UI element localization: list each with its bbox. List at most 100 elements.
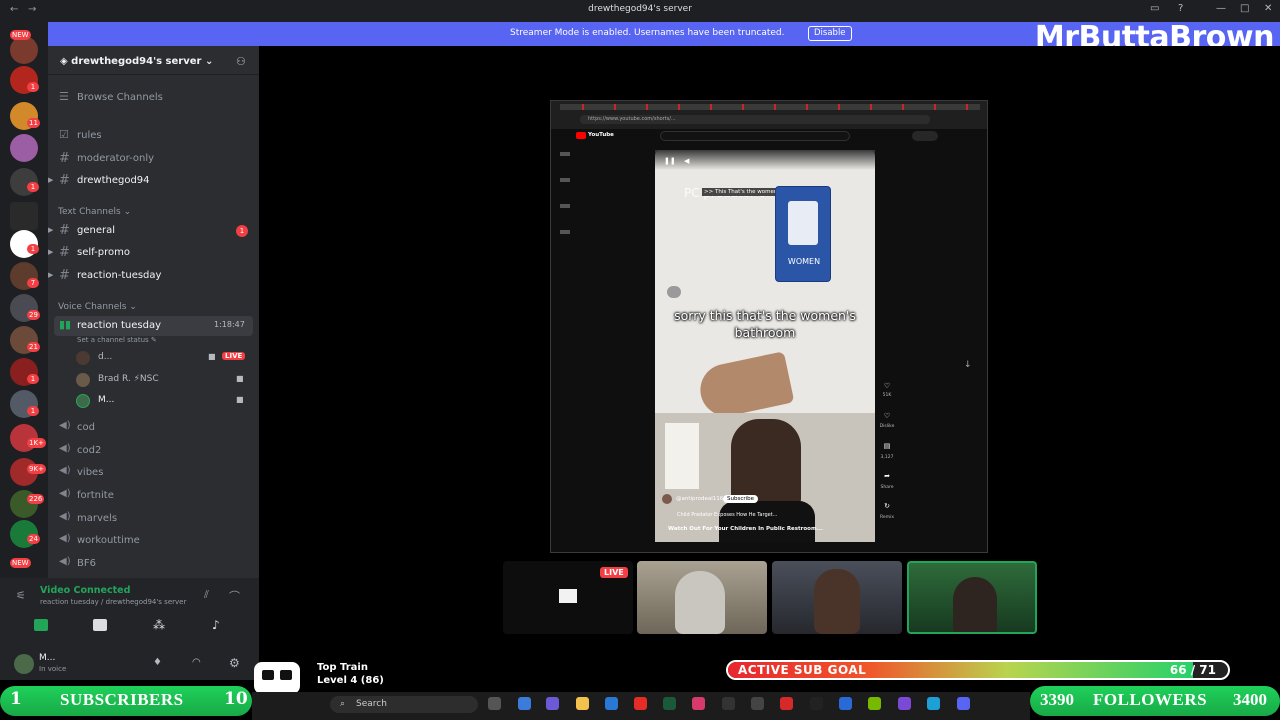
voice-channel-cod[interactable]: ◀) cod [48,418,259,438]
share-icon[interactable]: ➦ [877,472,897,480]
speaker-icon: ◀) [59,443,71,454]
maximize-icon[interactable]: □ [1240,3,1249,14]
text-channels-category[interactable]: Text Channels ⌄ [58,207,131,217]
disable-button[interactable]: Disable [808,26,852,41]
obs-icon[interactable] [722,697,735,710]
voice-user[interactable]: d... ■ LIVE [76,349,256,367]
noise-suppression-icon[interactable]: ⫽ [204,588,209,602]
voice-connection-panel: ⚟ Video Connected reaction tuesday / dre… [0,578,259,650]
app-icon[interactable] [839,697,852,710]
channel-general[interactable]: ▶ # general 1 [48,221,259,241]
webcam-tile-self[interactable] [907,561,1037,634]
settings-gear-icon[interactable]: ⚙ [229,656,240,670]
help-icon[interactable]: ? [1178,3,1183,14]
webcam-tile-participant[interactable] [772,561,902,634]
tiktok-icon[interactable] [692,697,705,710]
file-explorer-icon[interactable] [576,697,589,710]
nvidia-icon[interactable] [868,697,881,710]
search-icon: ⌕ [340,699,346,709]
voice-channel-reaction-tuesday[interactable]: ▮▮ reaction tuesday 1:18:47 [54,316,253,336]
volume-icon[interactable]: ◀ [684,157,689,165]
store-icon[interactable] [605,697,618,710]
voice-channel-bf6[interactable]: ◀) BF6 [48,554,259,574]
voice-channel-vibes[interactable]: ◀) vibes [48,463,259,483]
activities-icon[interactable]: ⁂ [153,618,165,632]
edge-icon[interactable] [927,697,940,710]
channel-status[interactable]: Set a channel status ✎ [77,336,157,344]
channel-handle[interactable]: @antiprodeal116 [676,496,723,502]
kick-server-icon[interactable] [10,202,38,230]
like-count: 51K [882,393,892,398]
channel-status-label: Set a channel status [77,336,149,344]
train-icon [254,662,300,694]
capcut-icon[interactable] [810,697,823,710]
microphone-icon[interactable]: ♦ [153,657,162,668]
channel-avatar[interactable] [662,494,672,504]
user-name: Brad R. ⚡NSC [98,374,159,384]
minimize-icon[interactable]: — [1216,3,1226,14]
taskbar-search[interactable]: ⌕ Search [330,696,478,713]
voice-status[interactable]: Video Connected [40,585,130,596]
pause-icon[interactable]: ❚❚ [664,157,676,165]
app-icon[interactable] [898,697,911,710]
browse-channels[interactable]: ☰ Browse Channels [48,88,259,108]
voice-channel-fortnite[interactable]: ◀) fortnite [48,486,259,506]
short-actions: ♡ 51K ♡ Dislike ▤ 3,127 ➦ Share ↻ Remix [877,378,897,538]
excel-icon[interactable] [663,697,676,710]
server-name: drewthegod94's server [71,56,202,67]
task-view-icon[interactable] [488,697,501,710]
disconnect-icon[interactable]: ⌒ [229,588,240,604]
address-bar[interactable]: https://www.youtube.com/shorts/... [580,115,930,124]
webcam-tile-brad[interactable] [637,561,767,634]
voice-channel-marvels[interactable]: ◀) marvels [48,509,259,529]
remix-icon[interactable]: ↻ [877,502,897,510]
discord-icon[interactable] [957,697,970,710]
voice-channels-category[interactable]: Voice Channels ⌄ [58,302,137,312]
youtube-icon[interactable] [634,697,647,710]
teams-icon[interactable] [546,697,559,710]
short-lower-frame [655,413,875,542]
app-icon[interactable] [780,697,793,710]
youtube-sidebar-nav[interactable] [560,152,570,242]
avatar [76,351,90,365]
channel-reaction-tuesday[interactable]: ▶ # reaction-tuesday [48,266,259,286]
channel-drewthegod94[interactable]: ▶ # drewthegod94 [48,171,259,191]
voice-channel-workouttime[interactable]: ◀) workouttime [48,531,259,551]
inbox-icon[interactable]: ▭ [1150,3,1159,14]
close-icon[interactable]: ✕ [1264,3,1272,14]
like-icon[interactable]: ♡ [877,382,897,390]
invite-people-icon[interactable]: ⚇ [236,55,246,68]
followers-counter: 3390 FOLLOWERS 3400 [1030,686,1280,716]
headphones-icon[interactable]: ◠ [192,657,201,668]
video-title[interactable]: Watch Out For Your Children In Public Re… [668,526,823,532]
followers-goal: 3400 [1233,690,1267,709]
copilot-icon[interactable] [518,697,531,710]
unread-badge: 226 [27,494,45,504]
voice-channel-cod2[interactable]: ◀) cod2 [48,441,259,461]
camera-icon: ■ [208,352,216,361]
channel-moderator-only[interactable]: # moderator-only [48,149,259,169]
voice-user[interactable]: M... ■ [76,392,256,410]
live-badge: LIVE [600,567,628,578]
participant [953,577,997,632]
unread-badge: 29 [27,310,40,320]
game-icon[interactable] [751,697,764,710]
dislike-icon[interactable]: ♡ [877,412,897,420]
next-short-icon[interactable]: ↓ [964,360,972,370]
channel-self-promo[interactable]: ▶ # self-promo [48,243,259,263]
screen-share-icon[interactable] [93,619,107,631]
unread-badge: 1 [27,182,39,192]
server-icon[interactable] [10,36,38,64]
avatar[interactable] [14,654,34,674]
camera-toggle-icon[interactable] [34,619,48,631]
server-name-header[interactable]: ◈ drewthegod94's server ⌄ [60,56,213,67]
subscribe-button[interactable]: Subscribe [723,495,759,503]
channel-rules[interactable]: ☑ rules [48,126,259,146]
server-icon[interactable] [10,134,38,162]
voice-user[interactable]: Brad R. ⚡NSC ■ [76,371,256,389]
youtube-search-input[interactable] [660,131,850,141]
soundboard-icon[interactable]: ♪ [212,618,220,632]
create-button[interactable] [912,131,938,141]
share-label: Share [880,485,894,490]
comments-icon[interactable]: ▤ [877,442,897,450]
